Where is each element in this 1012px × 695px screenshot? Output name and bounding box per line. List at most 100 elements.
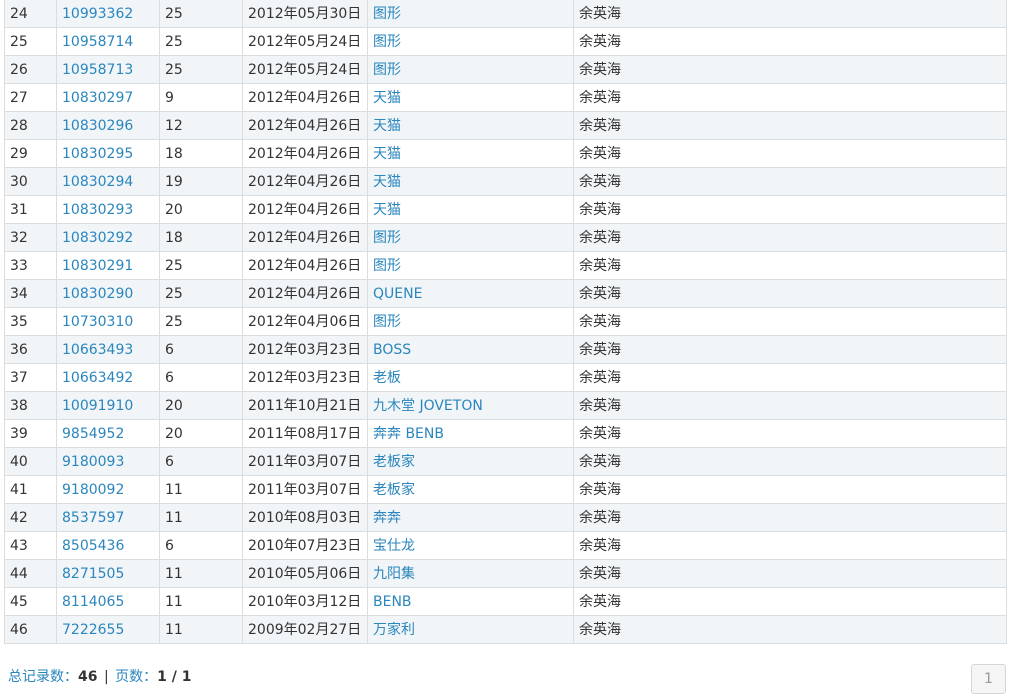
trademark-name-link: 天猫 [367,111,574,140]
registration-number-link[interactable]: 10830292 [62,230,133,246]
trademark-name-link: 宝仕龙 [367,531,574,560]
trademark-name-link[interactable]: 宝仕龙 [373,538,415,554]
class-cell: 25 [159,279,243,308]
row-number-cell: 46 [4,615,57,644]
trademark-name-link: 老板家 [367,447,574,476]
table-row: 42 8537597 11 2010年08月03日 奔奔 余英海 [4,503,1007,532]
trademark-name-link[interactable]: 九木堂 JOVETON [373,398,483,414]
trademark-name-link[interactable]: 图形 [373,6,401,22]
table-row: 44 8271505 11 2010年05月06日 九阳集 余英海 [4,559,1007,588]
applicant-cell: 余英海 [573,475,1007,504]
registration-number-link: 7222655 [56,615,160,644]
class-cell: 19 [159,167,243,196]
trademark-name-link[interactable]: BENB [373,594,412,610]
registration-number-link: 8505436 [56,531,160,560]
trademark-name-link[interactable]: 图形 [373,62,401,78]
trademark-name-link[interactable]: 天猫 [373,90,401,106]
application-date-cell: 2011年08月17日 [242,419,368,448]
trademark-name-link: 图形 [367,223,574,252]
page-1-button[interactable]: 1 [971,664,1006,694]
registration-number-link: 10091910 [56,391,160,420]
application-date-cell: 2012年05月30日 [242,0,368,28]
registration-number-link: 10958713 [56,55,160,84]
applicant-cell: 余英海 [573,251,1007,280]
trademark-name-link[interactable]: 图形 [373,230,401,246]
table-row: 41 9180092 11 2011年03月07日 老板家 余英海 [4,475,1007,504]
row-number-cell: 36 [4,335,57,364]
trademark-name-link[interactable]: 万家利 [373,622,415,638]
registration-number-link[interactable]: 10993362 [62,6,133,22]
trademark-name-link[interactable]: 老板家 [373,454,415,470]
registration-number-link[interactable]: 10730310 [62,314,133,330]
class-cell: 20 [159,419,243,448]
registration-number-link[interactable]: 10663492 [62,370,133,386]
table-row: 27 10830297 9 2012年04月26日 天猫 余英海 [4,83,1007,112]
table-row: 28 10830296 12 2012年04月26日 天猫 余英海 [4,111,1007,140]
table-row: 35 10730310 25 2012年04月06日 图形 余英海 [4,307,1007,336]
application-date-cell: 2012年04月26日 [242,279,368,308]
class-cell: 25 [159,0,243,28]
trademark-name-link[interactable]: 天猫 [373,174,401,190]
registration-number-link[interactable]: 10830290 [62,286,133,302]
row-number-cell: 42 [4,503,57,532]
trademark-name-link[interactable]: 天猫 [373,202,401,218]
registration-number-link[interactable]: 10091910 [62,398,133,414]
registration-number-link[interactable]: 10830294 [62,174,133,190]
registration-number-link: 8114065 [56,587,160,616]
trademark-name-link[interactable]: 奔奔 [373,510,401,526]
registration-number-link[interactable]: 10830293 [62,202,133,218]
table-row: 24 10993362 25 2012年05月30日 图形 余英海 [4,0,1007,28]
class-cell: 6 [159,531,243,560]
registration-number-link[interactable]: 10830291 [62,258,133,274]
registration-number-link[interactable]: 10663493 [62,342,133,358]
registration-number-link[interactable]: 9180092 [62,482,124,498]
registration-number-link[interactable]: 10830295 [62,146,133,162]
registration-number-link[interactable]: 9180093 [62,454,124,470]
application-date-cell: 2010年05月06日 [242,559,368,588]
page-count-label: 页数： [115,669,158,685]
table-row: 39 9854952 20 2011年08月17日 奔奔 BENB 余英海 [4,419,1007,448]
trademark-name-link: 天猫 [367,139,574,168]
trademark-name-link: 万家利 [367,615,574,644]
class-cell: 6 [159,447,243,476]
trademark-name-link[interactable]: 图形 [373,258,401,274]
registration-number-link[interactable]: 10958714 [62,34,133,50]
records-table: 24 10993362 25 2012年05月30日 图形 余英海 25 10958714 25… [4,0,1007,644]
registration-number-link[interactable]: 9854952 [62,426,124,442]
registration-number-link[interactable]: 8505436 [62,538,124,554]
table-row: 43 8505436 6 2010年07月23日 宝仕龙 余英海 [4,531,1007,560]
registration-number-link: 10993362 [56,0,160,28]
row-number-cell: 40 [4,447,57,476]
trademark-name-link[interactable]: BOSS [373,342,411,358]
trademark-name-link: 九木堂 JOVETON [367,391,574,420]
trademark-name-link: 老板 [367,363,574,392]
applicant-cell: 余英海 [573,27,1007,56]
trademark-name-link[interactable]: 老板 [373,370,401,386]
trademark-name-link[interactable]: 天猫 [373,118,401,134]
registration-number-link[interactable]: 10958713 [62,62,133,78]
registration-number-link[interactable]: 8114065 [62,594,124,610]
trademark-name-link[interactable]: QUENE [373,286,422,302]
application-date-cell: 2012年05月24日 [242,27,368,56]
row-number-cell: 30 [4,167,57,196]
trademark-name-link[interactable]: 图形 [373,34,401,50]
registration-number-link[interactable]: 7222655 [62,622,124,638]
trademark-name-link[interactable]: 奔奔 BENB [373,426,444,442]
row-number-cell: 39 [4,419,57,448]
class-cell: 11 [159,559,243,588]
registration-number-link[interactable]: 8271505 [62,566,124,582]
trademark-name-link[interactable]: 天猫 [373,146,401,162]
trademark-name-link[interactable]: 九阳集 [373,566,415,582]
registration-number-link[interactable]: 10830297 [62,90,133,106]
registration-number-link[interactable]: 8537597 [62,510,124,526]
table-row: 25 10958714 25 2012年05月24日 图形 余英海 [4,27,1007,56]
trademark-name-link: QUENE [367,279,574,308]
row-number-cell: 37 [4,363,57,392]
registration-number-link: 10830294 [56,167,160,196]
registration-number-link[interactable]: 10830296 [62,118,133,134]
application-date-cell: 2010年07月23日 [242,531,368,560]
trademark-name-link[interactable]: 老板家 [373,482,415,498]
trademark-name-link: 图形 [367,55,574,84]
trademark-name-link[interactable]: 图形 [373,314,401,330]
trademark-name-link: BOSS [367,335,574,364]
